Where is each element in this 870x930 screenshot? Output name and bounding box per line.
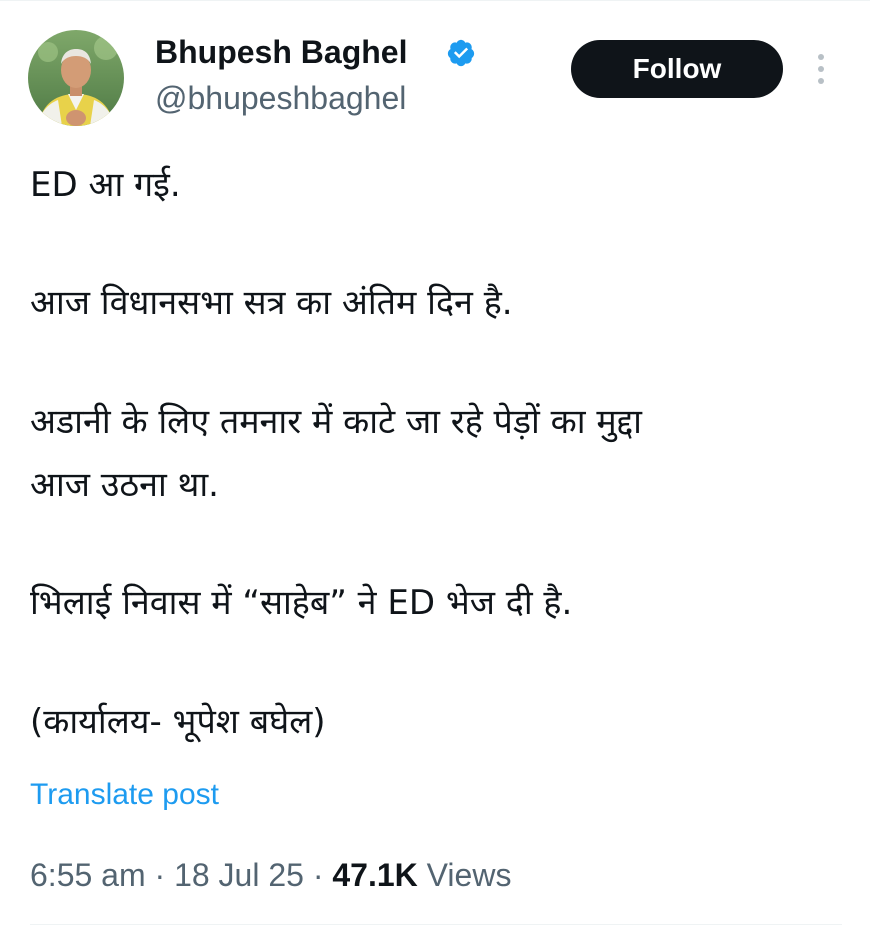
post-line: आज उठना था. xyxy=(30,465,219,505)
post-time[interactable]: 6:55 am xyxy=(30,857,146,893)
post-line: ED आ गई. xyxy=(30,165,181,205)
author-handle[interactable]: @bhupeshbaghel xyxy=(155,78,406,118)
post-line: (कार्यालय- भूपेश बघेल) xyxy=(30,702,326,742)
post-date[interactable]: 18 Jul 25 xyxy=(174,857,304,893)
views-label: Views xyxy=(426,857,512,893)
meta-separator: · xyxy=(154,857,166,893)
verified-badge-icon xyxy=(447,39,475,67)
avatar-photo-icon xyxy=(28,30,124,126)
top-divider xyxy=(0,0,870,1)
post-line: आज विधानसभा सत्र का अंतिम दिन है. xyxy=(30,283,513,323)
views-count[interactable]: 47.1K xyxy=(332,857,417,893)
follow-button[interactable]: Follow xyxy=(571,40,783,98)
post-meta: 6:55 am · 18 Jul 25 · 47.1K Views xyxy=(30,854,511,896)
post-line: अडानी के लिए तमनार में काटे जा रहे पेड़ो… xyxy=(30,402,642,442)
vertical-ellipsis-icon[interactable] xyxy=(812,52,830,86)
translate-post-link[interactable]: Translate post xyxy=(30,775,219,815)
bottom-divider xyxy=(30,924,842,925)
author-avatar[interactable] xyxy=(28,30,124,126)
author-name[interactable]: Bhupesh Baghel xyxy=(155,32,407,72)
meta-separator: · xyxy=(312,857,324,893)
post-line: भिलाई निवास में “साहेब” ने ED भेज दी है. xyxy=(30,583,573,623)
